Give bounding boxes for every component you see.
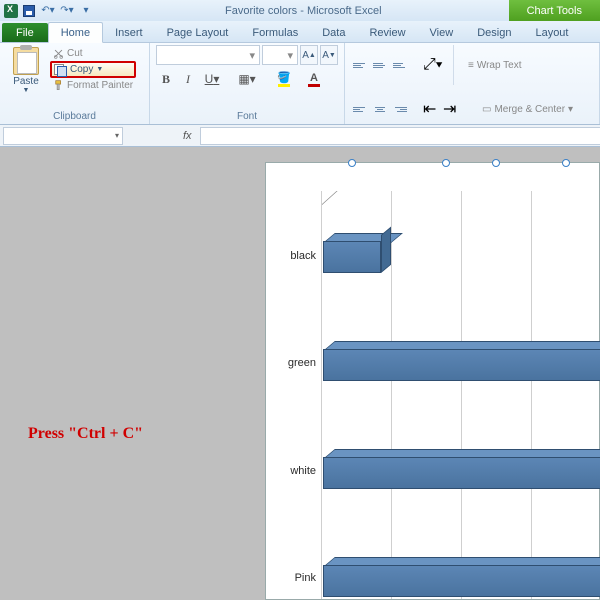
format-painter-button[interactable]: Format Painter: [50, 79, 136, 92]
wrap-icon: ≡: [468, 60, 474, 71]
quick-access-toolbar: ↶▾ ↷▾ ▾: [0, 3, 98, 19]
font-size-combo[interactable]: ▾: [262, 45, 298, 65]
format-painter-label: Format Painter: [67, 80, 133, 91]
chart-category-label: Pink: [295, 572, 316, 584]
tab-insert[interactable]: Insert: [103, 23, 155, 42]
tab-page-layout[interactable]: Page Layout: [155, 23, 241, 42]
qat-customize[interactable]: ▾: [78, 3, 94, 19]
paste-label: Paste: [13, 76, 39, 87]
selection-handle[interactable]: [492, 159, 500, 167]
merge-label: Merge & Center: [494, 104, 565, 115]
bold-button[interactable]: B: [156, 69, 176, 89]
selection-handle[interactable]: [348, 159, 356, 167]
chevron-down-icon: ▼: [23, 87, 30, 94]
align-middle-button[interactable]: [371, 56, 389, 74]
decrease-indent-button[interactable]: ⇤: [421, 100, 439, 118]
chart-category-label: white: [290, 465, 316, 477]
chart-bar-black[interactable]: [323, 233, 381, 273]
group-label-clipboard: Clipboard: [6, 110, 143, 124]
align-bottom-button[interactable]: [391, 56, 409, 74]
chart-object[interactable]: black green white Pink: [265, 162, 600, 600]
scissors-icon: [53, 48, 64, 59]
chart-bar-pink[interactable]: [323, 557, 600, 597]
chevron-down-icon: ▼: [96, 66, 103, 73]
chart-gridline: [461, 191, 462, 599]
selection-handle[interactable]: [442, 159, 450, 167]
instruction-annotation: Press "Ctrl + C": [28, 425, 143, 443]
merge-icon: ▭: [482, 104, 491, 115]
paintbrush-icon: [53, 80, 64, 91]
align-left-button[interactable]: [351, 100, 369, 118]
chart-bar-white[interactable]: [323, 449, 600, 489]
ribbon-tabs: File Home Insert Page Layout Formulas Da…: [0, 21, 600, 43]
align-center-button[interactable]: [371, 100, 389, 118]
save-icon: [23, 5, 35, 17]
tab-data[interactable]: Data: [310, 23, 357, 42]
group-alignment: ⤢▾ ≡Wrap Text ⇤ ⇥ ▭Merge & Center▾ Align…: [345, 43, 600, 124]
increase-indent-button[interactable]: ⇥: [441, 100, 459, 118]
group-clipboard: Paste ▼ Cut Copy ▼ Format Painter C: [0, 43, 150, 124]
formula-input[interactable]: [200, 127, 600, 145]
copy-label: Copy: [70, 64, 93, 75]
wrap-text-button[interactable]: ≡Wrap Text: [468, 60, 522, 71]
group-label-font: Font: [156, 110, 338, 124]
paste-button[interactable]: Paste ▼: [6, 45, 46, 94]
window-title: Favorite colors - Microsoft Excel: [98, 5, 509, 17]
group-font: ▾ ▾ A▲ A▼ B I U▾ ▦▾ 🪣 A Font: [150, 43, 345, 124]
worksheet-area: Press "Ctrl + C" black green white Pink: [0, 147, 600, 600]
chart-gridline: [391, 191, 392, 599]
fx-label[interactable]: fx: [183, 130, 192, 142]
tab-review[interactable]: Review: [357, 23, 417, 42]
merge-center-button[interactable]: ▭Merge & Center▾: [482, 104, 573, 115]
italic-button[interactable]: I: [178, 69, 198, 89]
selection-handle[interactable]: [562, 159, 570, 167]
underline-label: U: [205, 72, 214, 86]
tab-home[interactable]: Home: [48, 22, 103, 43]
ribbon: Paste ▼ Cut Copy ▼ Format Painter C: [0, 43, 600, 125]
save-button[interactable]: [21, 3, 37, 19]
chart-category-label: green: [288, 357, 316, 369]
align-right-button[interactable]: [391, 100, 409, 118]
title-bar: ↶▾ ↷▾ ▾ Favorite colors - Microsoft Exce…: [0, 0, 600, 21]
tab-view[interactable]: View: [418, 23, 466, 42]
redo-button[interactable]: ↷▾: [59, 3, 75, 19]
chart-bar-green[interactable]: [323, 341, 600, 381]
undo-button[interactable]: ↶▾: [40, 3, 56, 19]
name-box[interactable]: [3, 127, 123, 145]
paste-icon: [13, 47, 39, 75]
orientation-button[interactable]: ⤢▾: [421, 56, 445, 74]
chart-gridline: [531, 191, 532, 599]
wrap-label: Wrap Text: [477, 60, 522, 71]
chart-tools-contextual-label: Chart Tools: [509, 0, 600, 21]
chart-plot-area: [321, 191, 599, 599]
formula-bar: fx: [0, 125, 600, 147]
underline-button[interactable]: U▾: [200, 69, 224, 89]
copy-button[interactable]: Copy ▼: [50, 61, 136, 78]
grow-font-button[interactable]: A▲: [300, 45, 318, 65]
font-name-combo[interactable]: ▾: [156, 45, 260, 65]
chart-category-label: black: [290, 250, 316, 262]
font-color-button[interactable]: A: [300, 69, 328, 89]
copy-icon: [54, 64, 67, 75]
fill-color-button[interactable]: 🪣: [270, 69, 298, 89]
tab-design[interactable]: Design: [465, 23, 523, 42]
tab-file[interactable]: File: [2, 23, 48, 42]
border-button[interactable]: ▦▾: [234, 69, 260, 89]
tab-formulas[interactable]: Formulas: [240, 23, 310, 42]
align-top-button[interactable]: [351, 56, 369, 74]
shrink-font-button[interactable]: A▼: [320, 45, 338, 65]
cut-button[interactable]: Cut: [50, 47, 136, 60]
tab-layout[interactable]: Layout: [523, 23, 580, 42]
chart-gridline: [321, 191, 322, 599]
cut-label: Cut: [67, 48, 83, 59]
excel-app-icon[interactable]: [4, 4, 18, 18]
